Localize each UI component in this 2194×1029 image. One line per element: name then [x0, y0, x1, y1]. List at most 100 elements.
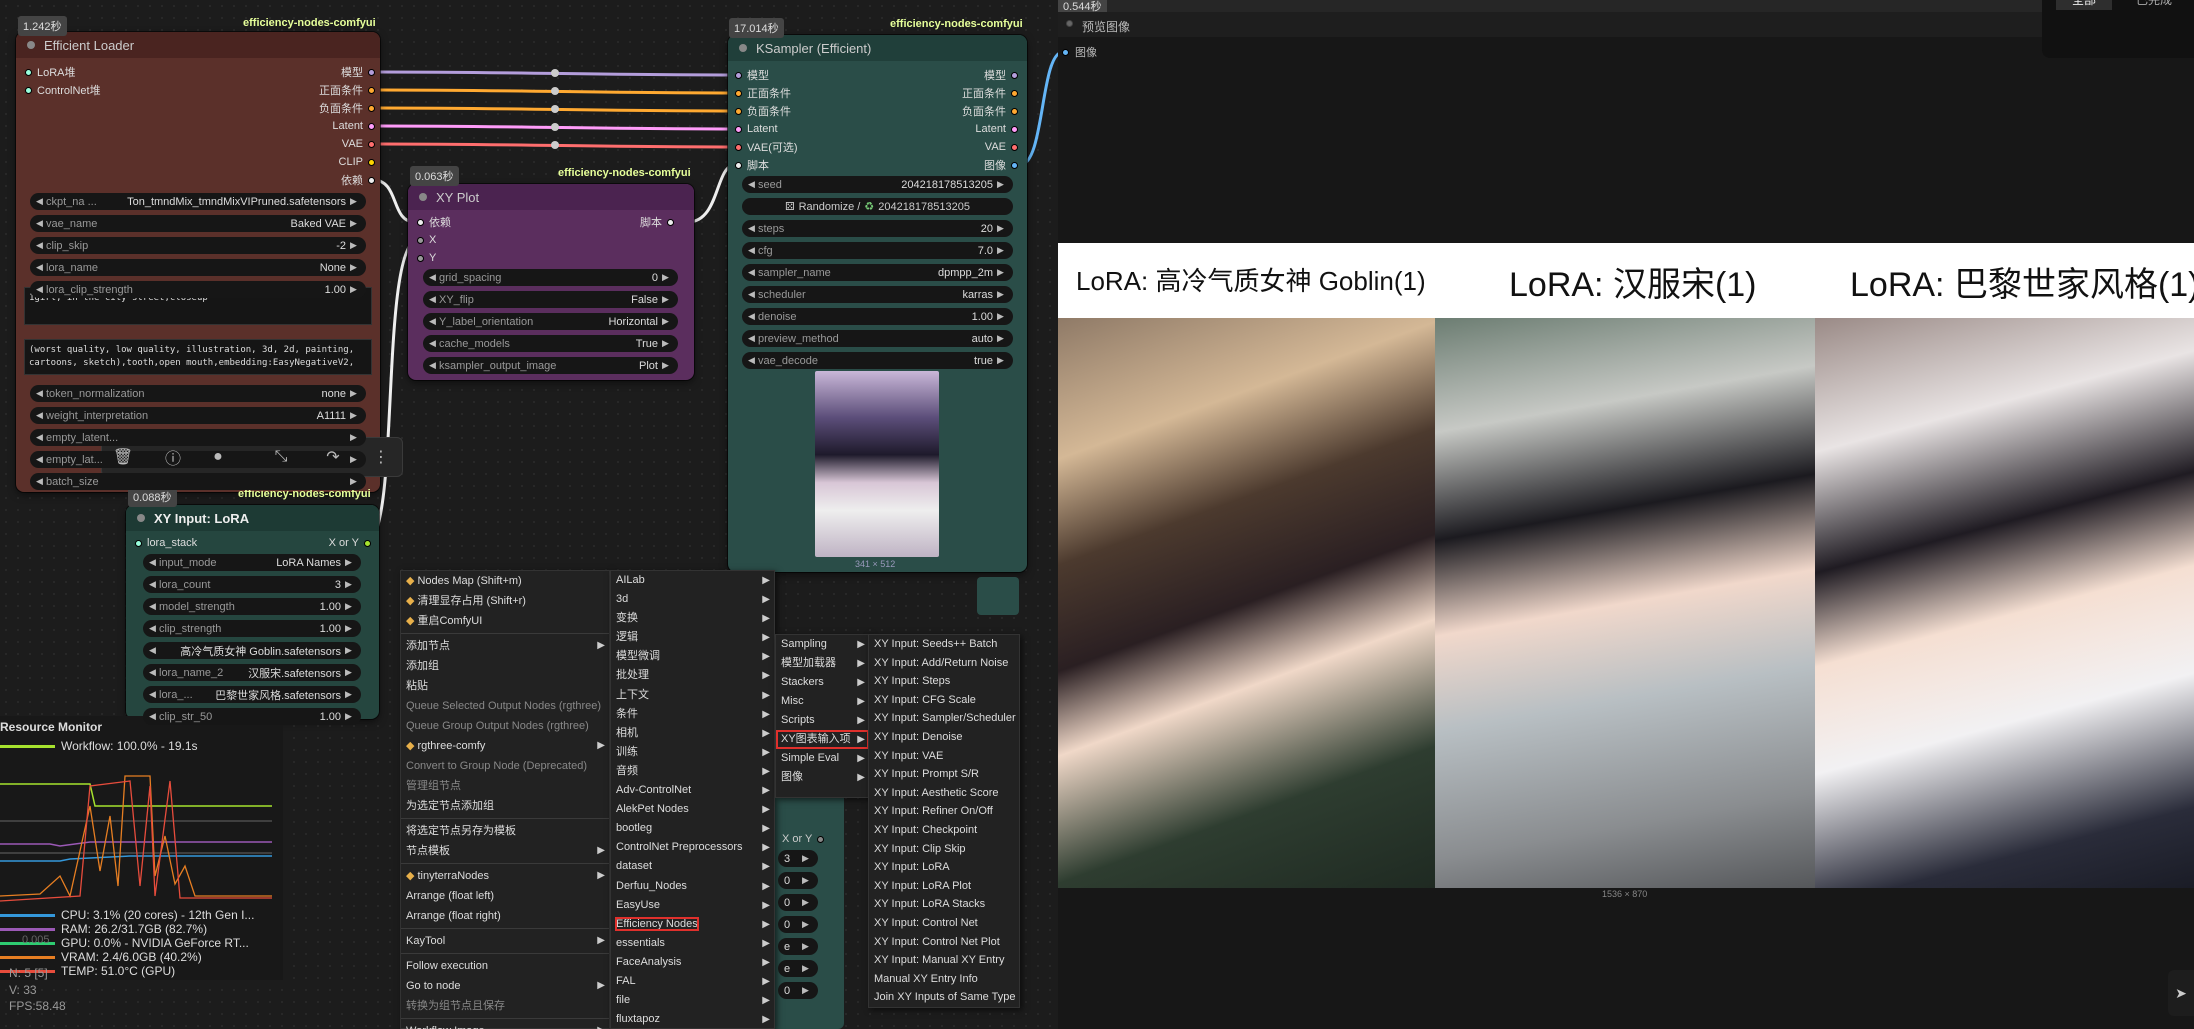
hidden-node-widget[interactable]: e ▶ [778, 960, 818, 977]
decrement-arrow-icon[interactable]: ◀ [748, 289, 758, 300]
loader-widget[interactable]: ◀ lora_name None ▶ [30, 259, 366, 276]
node-category-item[interactable]: 变换 ▶ [611, 609, 774, 628]
decrement-arrow-icon[interactable]: ◀ [36, 262, 46, 273]
node-category-item[interactable]: bootleg ▶ [611, 819, 774, 838]
hidden-node-header[interactable] [977, 577, 1019, 615]
loader-widget[interactable]: ◀ empty_latent... ▶ [30, 429, 366, 446]
xy-input-item[interactable]: XY Input: Add/Return Noise [869, 654, 1019, 673]
loader-widget[interactable]: ◀ empty_lat... ▶ [30, 451, 366, 468]
xyplot-widget[interactable]: ◀ Y_label_orientation Horizontal ▶ [423, 313, 678, 330]
xyplot-widget[interactable]: ◀ grid_spacing 0 ▶ [423, 269, 678, 286]
ksampler-widget[interactable]: ◀ scheduler karras ▶ [742, 286, 1013, 303]
context-menu-item[interactable]: KayTool ▶ [401, 931, 609, 951]
loader-widget[interactable]: ◀ weight_interpretation A1111 ▶ [30, 407, 366, 424]
increment-arrow-icon[interactable]: ▶ [350, 388, 360, 399]
decrement-arrow-icon[interactable]: ◀ [149, 711, 159, 722]
node-category-item[interactable]: FAL ▶ [611, 972, 774, 991]
output-slot[interactable]: Latent [920, 120, 1023, 138]
increment-arrow-icon[interactable]: ▶ [350, 454, 360, 465]
canvas-context-menu[interactable]: ◆ Nodes Map (Shift+m) ◆ 清理显存占用 (Shift+r) ◆ 重启… [400, 570, 610, 1029]
decrement-arrow-icon[interactable]: ◀ [36, 388, 46, 399]
xy-input-item[interactable]: XY Input: LoRA Plot [869, 877, 1019, 896]
output-slot[interactable]: 负面条件 [280, 99, 380, 117]
input-slot[interactable]: Latent [730, 120, 778, 138]
context-menu-item[interactable]: ◆ tinyterraNodes ▶ [401, 866, 609, 886]
loader-widget[interactable]: ◀ clip_skip -2 ▶ [30, 237, 366, 254]
input-slot[interactable]: X [412, 231, 436, 249]
increment-arrow-icon[interactable]: ▶ [662, 272, 672, 283]
xyplot-widget[interactable]: ◀ ksampler_output_image Plot ▶ [423, 357, 678, 374]
output-slot[interactable]: 模型 [280, 63, 380, 81]
increment-arrow-icon[interactable]: ▶ [350, 218, 360, 229]
context-menu-item[interactable]: 管理组节点 [401, 776, 609, 796]
increment-arrow-icon[interactable]: ▶ [997, 333, 1007, 344]
output-slot[interactable]: 模型 [920, 66, 1023, 84]
node-category-item[interactable]: AlekPet Nodes ▶ [611, 800, 774, 819]
xy-lora-widget[interactable]: ◀ lora_count 3 ▶ [143, 576, 361, 593]
efficiency-category-item[interactable]: XY图表输入项 ▶ [776, 730, 869, 749]
decrement-arrow-icon[interactable]: ◀ [36, 454, 46, 465]
input-slot[interactable]: 脚本 [730, 156, 769, 174]
input-slot[interactable]: ControlNet堆 [20, 81, 101, 99]
xy-input-item[interactable]: XY Input: CFG Scale [869, 691, 1019, 710]
xyplot-widget[interactable]: ◀ XY_flip False ▶ [423, 291, 678, 308]
node-category-item[interactable]: dataset ▶ [611, 857, 774, 876]
node-category-item[interactable]: Derfuu_Nodes ▶ [611, 877, 774, 896]
efficiency-category-item[interactable]: 模型加载器 ▶ [776, 654, 869, 673]
decrement-arrow-icon[interactable]: ◀ [36, 240, 46, 251]
decrement-arrow-icon[interactable]: ◀ [748, 223, 758, 234]
node-category-item[interactable]: 批处理 ▶ [611, 666, 774, 685]
decrement-arrow-icon[interactable]: ◀ [748, 333, 758, 344]
ksampler-widget[interactable]: ◀ cfg 7.0 ▶ [742, 242, 1013, 259]
hidden-node-widget[interactable]: 0 ▶ [778, 872, 818, 889]
increment-arrow-icon[interactable]: ▶ [350, 240, 360, 251]
efficient-loader-title[interactable]: Efficient Loader [16, 32, 380, 58]
context-menu-item[interactable]: 为选定节点添加组 [401, 796, 609, 816]
xy-lora-widget[interactable]: ◀ lora_name_2 汉服宋.safetensors ▶ [143, 664, 361, 681]
output-slot[interactable]: X or Y [300, 534, 376, 552]
node-category-item[interactable]: 条件 ▶ [611, 705, 774, 724]
context-menu-item[interactable]: 添加节点 ▶ [401, 636, 609, 656]
input-slot[interactable]: lora_stack [130, 534, 197, 552]
decrement-arrow-icon[interactable]: ◀ [149, 689, 159, 700]
tab-all[interactable]: 全部 [2056, 0, 2112, 10]
hidden-node-widget[interactable]: 0 ▶ [778, 916, 818, 933]
increment-arrow-icon[interactable]: ▶ [997, 289, 1007, 300]
node-category-item[interactable]: ControlNet Preprocessors ▶ [611, 838, 774, 857]
context-menu-item[interactable]: Convert to Group Node (Deprecated) [401, 756, 609, 776]
context-menu-item[interactable]: Queue Selected Output Nodes (rgthree) [401, 696, 609, 716]
xy-input-item[interactable]: XY Input: Seeds++ Batch [869, 635, 1019, 654]
context-menu-item[interactable]: ◆ 重启ComfyUI [401, 611, 609, 631]
info-icon[interactable]: ⓘ [160, 446, 186, 468]
xy-lora-widget[interactable]: ◀ 高冷气质女神 Goblin.safetensors ▶ [143, 642, 361, 659]
increment-arrow-icon[interactable]: ▶ [662, 360, 672, 371]
xy-lora-widget[interactable]: ◀ clip_str_50 1.00 ▶ [143, 708, 361, 725]
output-slot[interactable]: 正面条件 [280, 81, 380, 99]
add-node-submenu[interactable]: AILab ▶ 3d ▶ 变换 ▶ 逻辑 ▶ 模型微调 ▶ 批处理 ▶ 上下文 ▶ 条件 ▶ 相机 ▶ 训练 ▶ 音频 ▶… [610, 570, 775, 1029]
node-category-item[interactable]: Efficiency Nodes ▶ [611, 915, 774, 934]
decrement-arrow-icon[interactable]: ◀ [36, 218, 46, 229]
increment-arrow-icon[interactable]: ▶ [345, 645, 355, 656]
decrement-arrow-icon[interactable]: ◀ [429, 338, 439, 349]
randomize-button[interactable]: ⚄ Randomize / ♻ 204218178513205 [742, 198, 1013, 215]
hidden-node-widget[interactable]: 0 ▶ [778, 982, 818, 999]
output-slot[interactable]: VAE [920, 138, 1023, 156]
increment-arrow-icon[interactable]: ▶ [350, 284, 360, 295]
context-menu-item[interactable]: 粘贴 [401, 676, 609, 696]
ksampler-widget[interactable]: ◀ preview_method auto ▶ [742, 330, 1013, 347]
context-menu-item[interactable]: ◆ rgthree-comfy ▶ [401, 736, 609, 756]
xy-input-item[interactable]: XY Input: Denoise [869, 728, 1019, 747]
context-menu-item[interactable]: Follow execution [401, 956, 609, 976]
efficiency-nodes-submenu[interactable]: Sampling ▶ 模型加载器 ▶ Stackers ▶ Misc ▶ Scripts ▶ XY图… [775, 634, 870, 798]
node-category-item[interactable]: FaceAnalysis ▶ [611, 953, 774, 972]
decrement-arrow-icon[interactable]: ◀ [149, 645, 159, 656]
xy-input-item[interactable]: XY Input: Manual XY Entry [869, 951, 1019, 970]
decrement-arrow-icon[interactable]: ◀ [748, 267, 758, 278]
xy-input-item[interactable]: XY Input: Clip Skip [869, 840, 1019, 859]
context-menu-item[interactable]: 将选定节点另存为模板 [401, 821, 609, 841]
node-category-item[interactable]: file ▶ [611, 991, 774, 1010]
node-category-item[interactable]: 逻辑 ▶ [611, 628, 774, 647]
efficiency-category-item[interactable]: Simple Eval ▶ [776, 749, 869, 768]
bypass-icon[interactable]: ↷ [320, 446, 346, 468]
decrement-arrow-icon[interactable]: ◀ [36, 432, 46, 443]
